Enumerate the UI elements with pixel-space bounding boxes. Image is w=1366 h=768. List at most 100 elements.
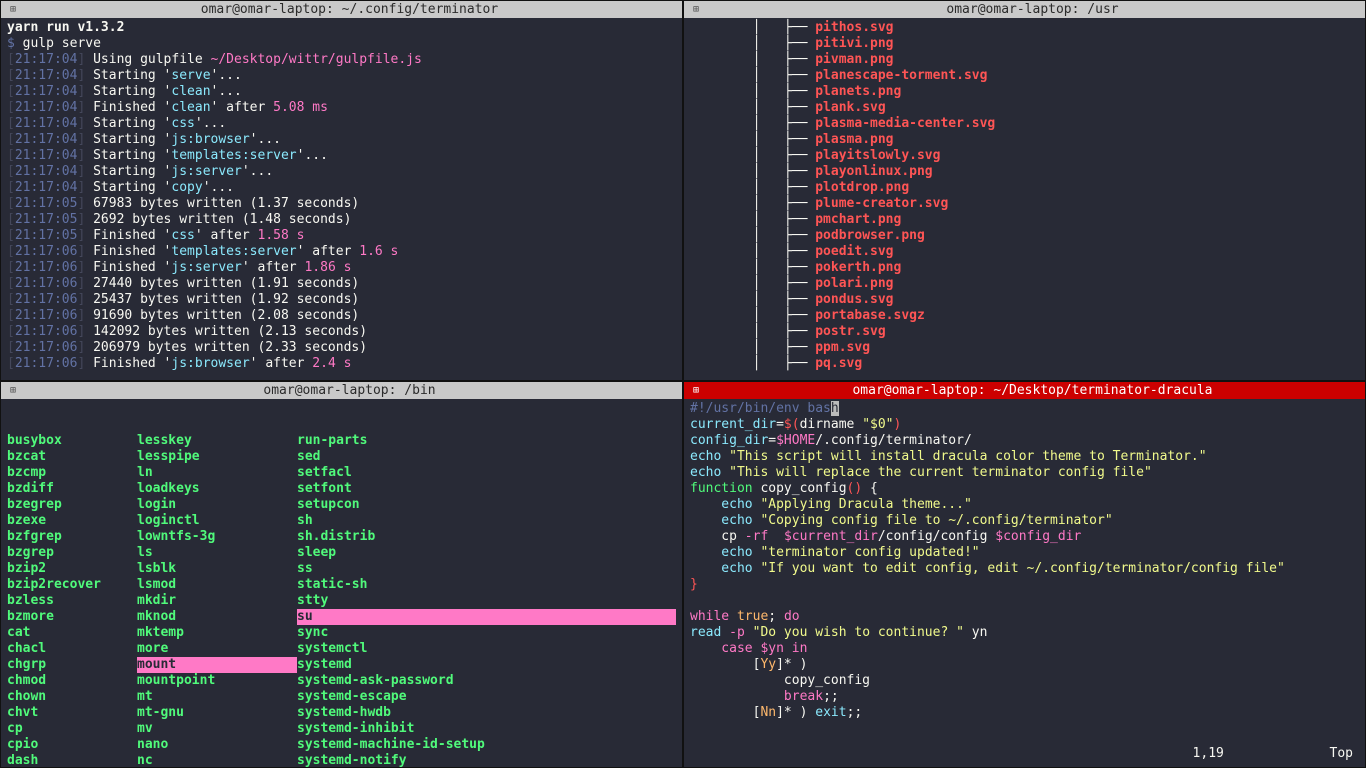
- bin-entry: cat: [7, 625, 137, 641]
- bin-entry: systemd-inhibit: [297, 721, 676, 737]
- bin-entry: systemd-machine-id-setup: [297, 737, 676, 753]
- bin-entry: systemd-escape: [297, 689, 676, 705]
- bin-entry: systemd: [297, 657, 676, 673]
- titlebar-bottom-left[interactable]: ⊞ omar@omar-laptop: /bin: [1, 382, 682, 399]
- bin-entry: systemd-notify: [297, 753, 676, 767]
- bin-entry: chacl: [7, 641, 137, 657]
- grid-icon: ⊞: [690, 4, 702, 16]
- tree-row: │ ├── plume-creator.svg: [690, 196, 1359, 212]
- titlebar-top-right[interactable]: ⊞ omar@omar-laptop: /usr: [684, 1, 1365, 18]
- title-top-right: omar@omar-laptop: /usr: [706, 2, 1359, 17]
- tree-row: │ ├── plasma-media-center.svg: [690, 116, 1359, 132]
- pane-bottom-left[interactable]: ⊞ omar@omar-laptop: /bin busyboxbzcatbzc…: [0, 381, 683, 768]
- pane-top-left[interactable]: ⊞ omar@omar-laptop: ~/.config/terminator…: [0, 0, 683, 381]
- bin-entry: lsmod: [137, 577, 297, 593]
- bin-entry: mv: [137, 721, 297, 737]
- scroll-indicator: Top: [1330, 746, 1353, 761]
- bin-entry: bzfgrep: [7, 529, 137, 545]
- bin-entry: ss: [297, 561, 676, 577]
- tree-row: │ ├── pithos.svg: [690, 20, 1359, 36]
- vim-statusline: 1,19 Top: [1193, 746, 1353, 761]
- bin-entry: dash: [7, 753, 137, 767]
- bin-entry: systemctl: [297, 641, 676, 657]
- bin-entry: bzcat: [7, 449, 137, 465]
- tree-row: │ ├── plasma.png: [690, 132, 1359, 148]
- bin-entry: systemd-ask-password: [297, 673, 676, 689]
- tree-row: │ ├── pq.svg: [690, 356, 1359, 372]
- bin-entry: systemd-hwdb: [297, 705, 676, 721]
- tree-row: │ ├── plotdrop.png: [690, 180, 1359, 196]
- tree-row: │ ├── pokerth.png: [690, 260, 1359, 276]
- bin-entry: bzip2recover: [7, 577, 137, 593]
- bin-entry: bzless: [7, 593, 137, 609]
- bin-entry: bzdiff: [7, 481, 137, 497]
- terminal-top-left[interactable]: yarn run v1.3.2 $ gulp serve [21:17:04] …: [1, 18, 682, 380]
- bin-entry: bzegrep: [7, 497, 137, 513]
- bin-entry: busybox: [7, 433, 137, 449]
- bin-entry: setupcon: [297, 497, 676, 513]
- bin-entry: mount: [137, 657, 297, 673]
- bin-entry: loadkeys: [137, 481, 297, 497]
- bin-entry: sed: [297, 449, 676, 465]
- tree-row: │ ├── playitslowly.svg: [690, 148, 1359, 164]
- bin-entry: static-sh: [297, 577, 676, 593]
- bin-entry: sh: [297, 513, 676, 529]
- tree-row: │ ├── planets.png: [690, 84, 1359, 100]
- bin-entry: loginctl: [137, 513, 297, 529]
- bin-entry: mkdir: [137, 593, 297, 609]
- bin-entry: chmod: [7, 673, 137, 689]
- bin-entry: bzcmp: [7, 465, 137, 481]
- tree-row: │ ├── pmchart.png: [690, 212, 1359, 228]
- bin-entry: login: [137, 497, 297, 513]
- bin-entry: setfont: [297, 481, 676, 497]
- bin-entry: mktemp: [137, 625, 297, 641]
- titlebar-top-left[interactable]: ⊞ omar@omar-laptop: ~/.config/terminator: [1, 1, 682, 18]
- pane-bottom-right[interactable]: ⊞ omar@omar-laptop: ~/Desktop/terminator…: [683, 381, 1366, 768]
- titlebar-bottom-right[interactable]: ⊞ omar@omar-laptop: ~/Desktop/terminator…: [684, 382, 1365, 399]
- bin-entry: lesspipe: [137, 449, 297, 465]
- tree-row: │ ├── pivman.png: [690, 52, 1359, 68]
- bin-entry: nano: [137, 737, 297, 753]
- bin-entry: ln: [137, 465, 297, 481]
- bin-entry: cpio: [7, 737, 137, 753]
- tree-row: │ ├── polari.png: [690, 276, 1359, 292]
- bin-entry: lowntfs-3g: [137, 529, 297, 545]
- terminal-bottom-right[interactable]: #!/usr/bin/env bash current_dir=$(dirnam…: [684, 399, 1365, 767]
- bin-entry: chown: [7, 689, 137, 705]
- bin-entry: mountpoint: [137, 673, 297, 689]
- pane-top-right[interactable]: ⊞ omar@omar-laptop: /usr │ ├── pithos.sv…: [683, 0, 1366, 381]
- bin-entry: sync: [297, 625, 676, 641]
- bin-entry: su: [297, 609, 676, 625]
- terminal-top-right[interactable]: │ ├── pithos.svg │ ├── pitivi.png │ ├── …: [684, 18, 1365, 380]
- tree-row: │ ├── pondus.svg: [690, 292, 1359, 308]
- tree-row: │ ├── postr.svg: [690, 324, 1359, 340]
- bin-entry: bzgrep: [7, 545, 137, 561]
- title-bottom-right: omar@omar-laptop: ~/Desktop/terminator-d…: [706, 383, 1359, 398]
- bin-entry: chgrp: [7, 657, 137, 673]
- tree-row: │ ├── podbrowser.png: [690, 228, 1359, 244]
- cursor-position: 1,19: [1193, 746, 1224, 761]
- bin-entry: bzmore: [7, 609, 137, 625]
- bin-entry: chvt: [7, 705, 137, 721]
- grid-icon: ⊞: [690, 385, 702, 397]
- bin-entry: bzexe: [7, 513, 137, 529]
- bin-entry: run-parts: [297, 433, 676, 449]
- terminal-bottom-left[interactable]: busyboxbzcatbzcmpbzdiffbzegrepbzexebzfgr…: [1, 399, 682, 767]
- tree-row: │ ├── portabase.svgz: [690, 308, 1359, 324]
- bin-entry: ls: [137, 545, 297, 561]
- tree-row: │ ├── ppm.svg: [690, 340, 1359, 356]
- title-top-left: omar@omar-laptop: ~/.config/terminator: [23, 2, 676, 17]
- bin-entry: nc: [137, 753, 297, 767]
- bin-entry: mt: [137, 689, 297, 705]
- tree-row: │ ├── poedit.svg: [690, 244, 1359, 260]
- bin-entry: bzip2: [7, 561, 137, 577]
- bin-entry: sleep: [297, 545, 676, 561]
- bin-entry: mknod: [137, 609, 297, 625]
- bin-entry: more: [137, 641, 297, 657]
- bin-entry: mt-gnu: [137, 705, 297, 721]
- tree-row: │ ├── plank.svg: [690, 100, 1359, 116]
- bin-entry: stty: [297, 593, 676, 609]
- bin-entry: setfacl: [297, 465, 676, 481]
- bin-entry: lsblk: [137, 561, 297, 577]
- bin-entry: cp: [7, 721, 137, 737]
